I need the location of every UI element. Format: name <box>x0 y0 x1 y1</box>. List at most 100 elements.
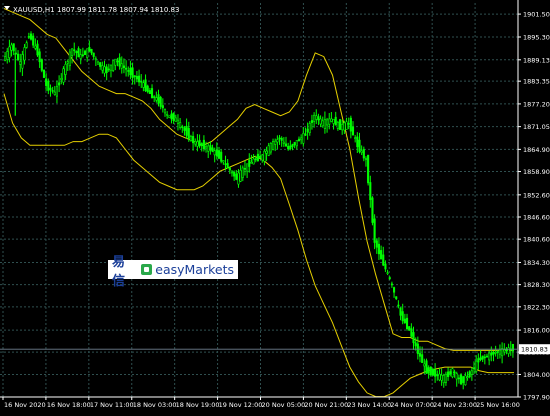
candle-body <box>83 50 87 56</box>
candle-body <box>66 61 69 64</box>
candle-body <box>423 363 426 367</box>
candle-body <box>317 116 320 121</box>
candle-body <box>304 133 307 136</box>
x-tick-label: 25 Nov 16:00 <box>476 401 520 409</box>
candle-body <box>51 90 54 92</box>
y-tick-label: 1840.60 <box>523 236 550 244</box>
candle-body <box>455 373 458 380</box>
candle-body <box>336 121 339 129</box>
candle-body <box>127 70 130 72</box>
easymarkets-watermark: 易信 easyMarkets <box>108 255 238 289</box>
candle-body <box>284 143 288 147</box>
candle-body <box>414 342 417 347</box>
candle-body <box>451 368 454 378</box>
candle-body <box>429 366 432 376</box>
y-tick-label: 1816.00 <box>523 327 550 335</box>
candle-body <box>501 348 504 357</box>
x-tick-label: 18 Nov 03:00 <box>133 401 177 409</box>
candle-body <box>230 171 234 174</box>
candle-body <box>436 374 439 377</box>
candle-body <box>390 283 393 286</box>
candle-body <box>252 158 255 165</box>
candle-body <box>492 351 495 355</box>
candle-body <box>224 163 227 165</box>
candle-body <box>453 371 456 374</box>
x-tick-label: 17 Nov 11:00 <box>90 401 134 409</box>
candle-body <box>140 80 143 83</box>
candle-body <box>477 358 480 363</box>
candle-body <box>241 167 244 178</box>
candle-body <box>511 343 514 352</box>
candle-body <box>498 349 502 355</box>
candle-body <box>135 76 138 80</box>
candle-body <box>395 296 398 300</box>
candle-body <box>373 218 376 243</box>
candle-body <box>200 143 203 147</box>
candle-body <box>34 45 37 49</box>
candle-body <box>332 118 335 124</box>
candle-body <box>293 142 296 146</box>
candle-body <box>308 123 311 133</box>
candle-body <box>58 82 61 86</box>
candle-body <box>341 124 344 131</box>
candle-body <box>99 62 102 67</box>
candle-body <box>338 119 342 130</box>
candle-body <box>254 158 257 161</box>
candle-body <box>114 58 117 66</box>
candle-body <box>427 367 430 374</box>
candle-body <box>462 376 465 383</box>
candle-body <box>213 150 216 156</box>
candle-body <box>181 126 184 128</box>
candles <box>4 31 514 390</box>
candle-body <box>297 138 301 142</box>
candle-body <box>64 63 67 75</box>
candle-body <box>55 86 59 97</box>
candle-body <box>125 67 128 70</box>
candle-body <box>168 115 171 118</box>
lower-band-line <box>3 93 514 398</box>
chart-area[interactable]: 1901.50 1895.30 1889.13 1883.35 1877.20 1871.… <box>0 0 550 412</box>
candle-body <box>159 96 162 107</box>
candle-body <box>300 137 303 141</box>
candle-body <box>282 141 285 144</box>
chart-header-symbol: XAUUSD,H1 <box>13 6 55 14</box>
candle-body <box>399 307 402 316</box>
candle-body <box>166 114 169 116</box>
candle-body <box>274 140 277 145</box>
candle-body <box>371 197 374 223</box>
candle-body <box>8 46 11 58</box>
y-tick-label: 1901.50 <box>523 11 550 19</box>
y-tick-label: 1804.00 <box>523 371 550 379</box>
watermark-cn-text: 易信 <box>112 254 126 289</box>
candle-body <box>86 48 89 58</box>
candle-body <box>155 97 158 101</box>
candle-body <box>109 64 113 71</box>
easymarkets-logo-icon <box>141 264 153 275</box>
candle-body <box>349 117 352 132</box>
candle-body <box>6 51 9 60</box>
candle-body <box>133 75 136 78</box>
x-tick-label: 20 Nov 21:00 <box>304 401 348 409</box>
price-chart[interactable]: 1901.50 1895.30 1889.13 1883.35 1877.20 1871.… <box>0 0 550 412</box>
candle-body <box>233 171 236 177</box>
candle-body <box>12 43 15 52</box>
candle-body <box>228 167 231 171</box>
candle-body <box>172 112 175 122</box>
candle-body <box>198 139 201 147</box>
candle-body <box>302 133 305 144</box>
candle-body <box>354 137 357 140</box>
candle-body <box>457 377 460 380</box>
axes: 1901.50 1895.30 1889.13 1883.35 1877.20 1871.… <box>0 0 550 409</box>
candle-body <box>306 128 309 133</box>
candle-body <box>319 118 322 125</box>
candle-body <box>157 94 160 104</box>
candle-body <box>347 123 350 125</box>
x-tick-label: 19 Nov 12:00 <box>219 401 263 409</box>
candle-body <box>418 353 422 357</box>
y-tick-label: 1864.90 <box>523 146 550 154</box>
y-tick-label: 1828.30 <box>523 281 550 289</box>
candle-body <box>101 65 104 71</box>
candle-body <box>485 355 489 358</box>
candle-body <box>40 59 43 71</box>
candle-body <box>68 51 71 67</box>
